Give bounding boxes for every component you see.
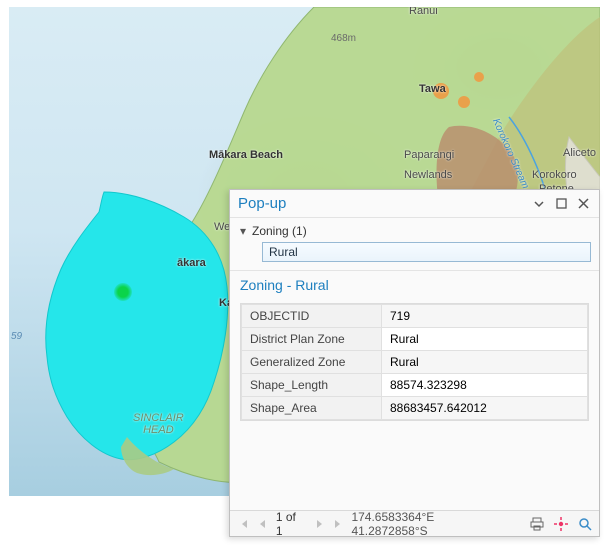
target-icon	[554, 517, 568, 531]
identify-flash-dot	[114, 283, 132, 301]
status-coords: 174.6583364°E 41.2872858°S	[351, 510, 513, 538]
attr-field: District Plan Zone	[242, 328, 382, 351]
record-nav: 1 of 1	[236, 510, 345, 538]
print-button[interactable]	[529, 516, 545, 532]
popup-panel: Pop-up ▾ Zoning (1) Rural Zoning	[229, 189, 600, 537]
place-sinclair-head: SINCLAIRHEAD	[133, 413, 184, 436]
popup-section-title: Zoning - Rural	[230, 270, 599, 299]
app-canvas: Rānui Tawa Mākara Beach Paparangi Newlan…	[0, 0, 609, 546]
place-makara-partial: ākara	[177, 257, 206, 269]
nav-next-button[interactable]	[312, 516, 328, 532]
place-korokoro: Korokoro	[532, 169, 577, 181]
result-tree: ▾ Zoning (1) Rural	[230, 218, 599, 270]
place-aliceto: Aliceto	[563, 147, 596, 159]
place-paparangi: Paparangi	[404, 149, 454, 161]
attr-field: Shape_Length	[242, 374, 382, 397]
caret-down-icon[interactable]: ▾	[238, 224, 248, 238]
magnifier-icon	[578, 517, 592, 531]
place-ranui: Rānui	[409, 7, 438, 17]
attr-value: 719	[382, 305, 588, 328]
printer-icon	[530, 517, 544, 531]
depth-59: 59	[11, 331, 22, 342]
last-icon	[333, 519, 343, 529]
place-tawa: Tawa	[419, 83, 446, 95]
close-button[interactable]	[573, 194, 593, 214]
attr-field: Generalized Zone	[242, 351, 382, 374]
tree-layer-label: Zoning (1)	[252, 224, 307, 238]
attr-value: Rural	[382, 328, 588, 351]
tree-layer-row[interactable]: ▾ Zoning (1)	[238, 224, 591, 238]
nav-last-button[interactable]	[330, 516, 346, 532]
attr-value: Rural	[382, 351, 588, 374]
elev-468: 468m	[331, 33, 356, 44]
table-row: Generalized Zone Rural	[242, 351, 588, 374]
attr-field: OBJECTID	[242, 305, 382, 328]
next-icon	[316, 519, 324, 529]
table-row: District Plan Zone Rural	[242, 328, 588, 351]
chevron-down-icon	[533, 198, 545, 210]
square-icon	[556, 198, 567, 209]
attr-value: 88683457.642012	[382, 397, 588, 420]
place-makara-beach: Mākara Beach	[209, 149, 283, 161]
attributes-table: OBJECTID 719 District Plan Zone Rural Ge…	[240, 303, 589, 421]
tree-feature-item[interactable]: Rural	[262, 242, 591, 262]
nav-first-button[interactable]	[236, 516, 252, 532]
table-row: OBJECTID 719	[242, 305, 588, 328]
popup-statusbar: 1 of 1 174.6583364°E 41.2872858°S	[230, 510, 599, 536]
flash-button[interactable]	[553, 516, 569, 532]
table-row: Shape_Length 88574.323298	[242, 374, 588, 397]
popup-header: Pop-up	[230, 190, 599, 218]
popup-title: Pop-up	[238, 195, 527, 212]
place-newlands: Newlands	[404, 169, 452, 181]
dock-button[interactable]	[551, 194, 571, 214]
close-icon	[578, 198, 589, 209]
attr-field: Shape_Area	[242, 397, 382, 420]
popup-body[interactable]: ▾ Zoning (1) Rural Zoning - Rural OBJECT…	[230, 218, 599, 510]
first-icon	[239, 519, 249, 529]
zoom-to-button[interactable]	[577, 516, 593, 532]
nav-prev-button[interactable]	[254, 516, 270, 532]
prev-icon	[258, 519, 266, 529]
table-row: Shape_Area 88683457.642012	[242, 397, 588, 420]
record-count: 1 of 1	[276, 510, 306, 538]
attr-value: 88574.323298	[382, 374, 588, 397]
collapse-button[interactable]	[529, 194, 549, 214]
